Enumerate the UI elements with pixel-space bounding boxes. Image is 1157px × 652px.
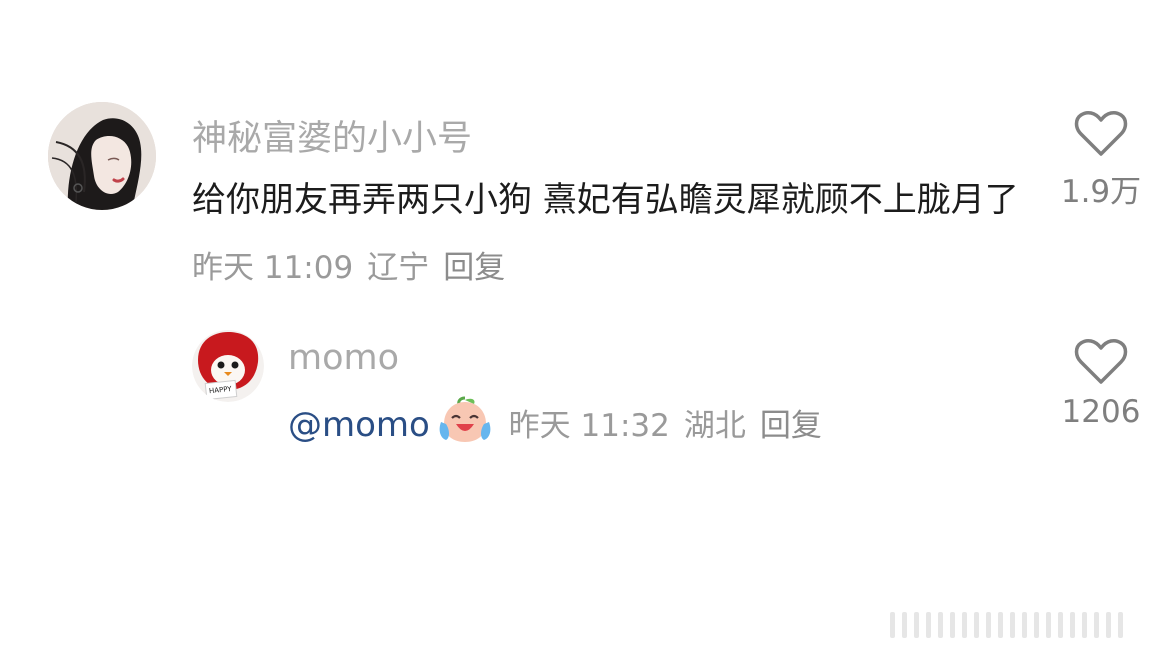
comment-body: 给你朋友再弄两只小狗 熹妃有弘瞻灵犀就顾不上胧月了 昨天 11:09 辽宁 回复 [192, 167, 1022, 301]
comment-meta: 昨天 11:09 辽宁 回复 [192, 250, 519, 286]
laughing-crying-peach-emoji-icon [438, 394, 492, 465]
heart-outline-icon [1074, 338, 1128, 384]
woman-portrait-icon [48, 102, 156, 210]
comment-username[interactable]: 神秘富婆的小小号 [192, 110, 472, 161]
reply-body: @momo 昨天 11:32 湖北 回复 [288, 393, 1048, 465]
user-avatar[interactable] [48, 102, 156, 210]
mention-link[interactable]: @momo [288, 405, 430, 445]
reply-like-button[interactable]: 1206 [1056, 338, 1146, 430]
comment-time: 昨天 11:09 [192, 250, 354, 286]
reply-username[interactable]: momo [288, 338, 399, 378]
reply-like-count: 1206 [1061, 394, 1141, 430]
like-button[interactable]: 1.9万 [1056, 110, 1146, 211]
comment-text: 给你朋友再弄两只小狗 熹妃有弘瞻灵犀就顾不上胧月了 [192, 180, 1019, 220]
reply-user-avatar[interactable]: HAPPY [192, 330, 264, 402]
red-penguin-plush-icon: HAPPY [192, 330, 264, 402]
reply-meta: 昨天 11:32 湖北 回复 [509, 408, 836, 444]
comment-location: 辽宁 [367, 250, 430, 286]
reply-location: 湖北 [683, 408, 746, 444]
like-count: 1.9万 [1060, 174, 1142, 210]
reply-button[interactable]: 回复 [443, 250, 505, 286]
reply-time: 昨天 11:32 [508, 408, 670, 444]
reply-reply-button[interactable]: 回复 [760, 408, 822, 444]
comment-page: 神秘富婆的小小号 给你朋友再弄两只小狗 熹妃有弘瞻灵犀就顾不上胧月了 昨天 11… [0, 0, 1157, 652]
watermark-bars [890, 608, 1150, 642]
heart-outline-icon [1074, 110, 1128, 156]
